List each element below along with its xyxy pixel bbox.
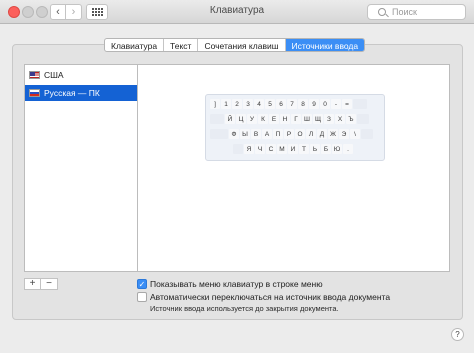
back-button[interactable]: ‹: [50, 4, 66, 20]
keyboard-key: =: [342, 99, 352, 109]
chevron-left-icon: ‹: [56, 6, 60, 18]
keyboard-key: 1: [221, 99, 231, 109]
search-field[interactable]: Поиск: [367, 4, 466, 20]
auto-switch-note: Источник ввода используется до закрытия …: [150, 304, 339, 313]
tab-bar: Клавиатура Текст Сочетания клавиш Источн…: [104, 38, 366, 52]
show-menu-option[interactable]: ✓ Показывать меню клавиатур в строке мен…: [137, 279, 323, 289]
keyboard-key: 7: [287, 99, 297, 109]
keyboard-layout-preview: ] 1 2 3 4 5 6 7 8 9 0- = Й Ц У К Е Н Г Ш Щ З Х Ъ Ф Ы В А П Р О Л Д Ж Э \ Я Ч С…: [205, 94, 385, 161]
keyboard-key: Ф: [229, 129, 239, 139]
keyboard-key: Н: [280, 114, 290, 124]
keyboard-key: А: [262, 129, 272, 139]
keyboard-key: Л: [306, 129, 316, 139]
search-icon: [378, 8, 386, 16]
minimize-window-button[interactable]: [22, 6, 34, 18]
source-item-us[interactable]: США: [25, 67, 137, 83]
keyboard-key: М: [277, 144, 287, 154]
tab-input-sources[interactable]: Источники ввода: [285, 39, 365, 51]
input-source-list[interactable]: США Русская — ПК: [24, 64, 138, 272]
keyboard-key: Ш: [302, 114, 312, 124]
keyboard-key: Ж: [328, 129, 338, 139]
forward-button[interactable]: ›: [66, 4, 82, 20]
keyboard-key: .: [343, 144, 353, 154]
grid-icon: [91, 8, 103, 16]
tab-keyboard[interactable]: Клавиатура: [105, 39, 165, 51]
keyboard-key: 0: [320, 99, 330, 109]
chevron-right-icon: ›: [71, 6, 76, 18]
add-source-button[interactable]: +: [24, 278, 41, 290]
keyboard-key: И: [288, 144, 298, 154]
help-button[interactable]: ?: [451, 328, 464, 341]
keyboard-key: [210, 129, 228, 139]
keyboard-key: 4: [254, 99, 264, 109]
keyboard-key: Е: [269, 114, 279, 124]
russia-flag-icon: [29, 89, 40, 97]
keyboard-key: 2: [232, 99, 242, 109]
tab-text[interactable]: Текст: [164, 39, 199, 51]
navigation-buttons: ‹ ›: [50, 4, 82, 20]
source-label: США: [44, 70, 64, 80]
keyboard-key: [357, 114, 369, 124]
keyboard-key: 9: [309, 99, 319, 109]
source-item-russian-pc[interactable]: Русская — ПК: [25, 85, 137, 101]
us-flag-icon: [29, 71, 40, 79]
keyboard-key: Ц: [236, 114, 246, 124]
search-placeholder: Поиск: [392, 7, 417, 17]
auto-switch-label: Автоматически переключаться на источник …: [150, 292, 391, 302]
show-menu-label: Показывать меню клавиатур в строке меню: [150, 279, 323, 289]
keyboard-key: Ы: [240, 129, 250, 139]
keyboard-preview-pane: ] 1 2 3 4 5 6 7 8 9 0- = Й Ц У К Е Н Г Ш Щ З Х Ъ Ф Ы В А П Р О Л Д Ж Э \ Я Ч С…: [138, 64, 450, 272]
source-label: Русская — ПК: [44, 88, 100, 98]
add-remove-buttons: + −: [24, 278, 58, 290]
keyboard-key: Д: [317, 129, 327, 139]
keyboard-key: С: [266, 144, 276, 154]
keyboard-key: Б: [321, 144, 331, 154]
keyboard-key: 6: [276, 99, 286, 109]
keyboard-key: [353, 99, 367, 109]
keyboard-key: Й: [225, 114, 235, 124]
keyboard-key: [361, 129, 373, 139]
auto-switch-option[interactable]: Автоматически переключаться на источник …: [137, 292, 390, 302]
title-bar: ‹ › Клавиатура Поиск: [0, 0, 474, 24]
window-title: Клавиатура: [209, 5, 265, 16]
auto-switch-checkbox[interactable]: [137, 292, 147, 302]
remove-source-button[interactable]: −: [41, 278, 58, 290]
keyboard-key: К: [258, 114, 268, 124]
keyboard-key: Х: [335, 114, 345, 124]
keyboard-key: Г: [291, 114, 301, 124]
keyboard-key: Э: [339, 129, 349, 139]
show-all-button[interactable]: [86, 4, 108, 20]
keyboard-key: 5: [265, 99, 275, 109]
keyboard-key: Ю: [332, 144, 342, 154]
keyboard-key: 8: [298, 99, 308, 109]
keyboard-key: В: [251, 129, 261, 139]
keyboard-key: Щ: [313, 114, 323, 124]
keyboard-key: 3: [243, 99, 253, 109]
keyboard-key: ]: [210, 99, 220, 109]
keyboard-key: [210, 114, 224, 124]
keyboard-key: \: [350, 129, 360, 139]
tab-shortcuts[interactable]: Сочетания клавиш: [198, 39, 286, 51]
keyboard-key: Р: [284, 129, 294, 139]
show-menu-checkbox[interactable]: ✓: [137, 279, 147, 289]
keyboard-key: Ъ: [346, 114, 356, 124]
keyboard-key: -: [331, 99, 341, 109]
close-window-button[interactable]: [8, 6, 20, 18]
keyboard-row: ] 1 2 3 4 5 6 7 8 9 0- =: [210, 99, 367, 109]
keyboard-row: ЯЧСМИТЬБЮ.: [233, 144, 353, 154]
keyboard-key: Т: [299, 144, 309, 154]
keyboard-key: О: [295, 129, 305, 139]
keyboard-row: ЙЦУКЕНГШЩЗХЪ: [210, 114, 369, 124]
zoom-window-button[interactable]: [36, 6, 48, 18]
keyboard-key: Ч: [255, 144, 265, 154]
keyboard-key: Я: [244, 144, 254, 154]
keyboard-key: З: [324, 114, 334, 124]
keyboard-key: [233, 144, 243, 154]
keyboard-row: Ф Ы В А П Р О Л Д Ж Э \: [210, 129, 373, 139]
keyboard-key: У: [247, 114, 257, 124]
keyboard-key: Ь: [310, 144, 320, 154]
keyboard-key: П: [273, 129, 283, 139]
